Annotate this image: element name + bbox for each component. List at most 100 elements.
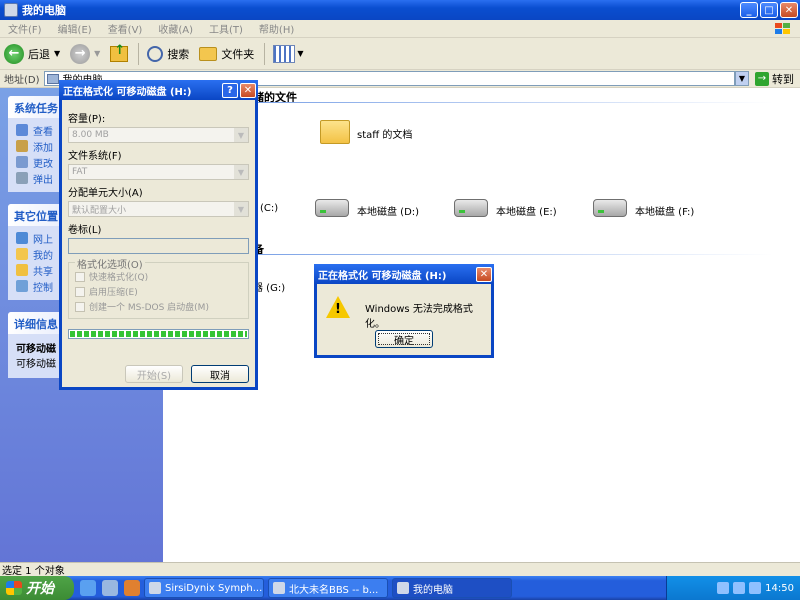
menu-help[interactable]: 帮助(H) [251,21,302,36]
start-button[interactable]: 开始 [0,576,74,600]
close-button[interactable]: ✕ [780,2,798,18]
allocation-select[interactable]: 默认配置大小 ▼ [68,201,249,217]
quick-format-option[interactable]: 快速格式化(Q) [75,269,242,284]
allocation-label: 分配单元大小(A) [68,188,143,199]
folders-button[interactable]: 文件夹 [199,46,254,62]
folder-icon[interactable] [320,120,350,144]
alert-close-button[interactable]: ✕ [476,266,492,282]
search-button[interactable]: 搜索 [147,45,189,62]
format-options-group: 格式化选项(O) 快速格式化(Q) 启用压缩(E) 创建一个 MS-DOS 启动… [68,256,249,319]
computer-icon [46,73,59,84]
tray-icon[interactable] [749,582,762,594]
eject-icon [16,172,28,184]
toolbar: ← 后退 ▼ → ▼ 搜索 文件夹 ▼ [0,38,800,70]
go-arrow-icon: → [755,71,769,86]
filesystem-label: 文件系统(F) [68,151,122,162]
format-dialog-title: 正在格式化 可移动磁盘 (H:) [63,86,192,98]
task-eject-label: 弹出 [33,174,53,186]
progress-fill [70,331,247,337]
ok-button[interactable]: 确定 [375,330,433,348]
media-quicklaunch-icon[interactable] [124,580,140,596]
format-progress-bar [68,329,249,339]
back-dropdown-icon[interactable]: ▼ [54,49,60,58]
capacity-select[interactable]: 8.00 MB ▼ [68,127,249,143]
compression-label: 启用压缩(E) [89,288,138,298]
go-label: 转到 [772,72,794,86]
format-close-button[interactable]: ✕ [240,82,256,98]
hard-drive-icon[interactable] [454,199,488,217]
taskbar-item-my-computer[interactable]: 我的电脑 [392,578,512,598]
search-icon [147,45,164,62]
taskbar-item-label: 北大未名BBS -- b... [289,584,379,596]
group-divider [253,102,773,103]
app-icon [149,582,161,594]
start-button[interactable]: 开始(S) [125,365,183,383]
clock: 14:50 [765,582,794,594]
format-error-dialog: 正在格式化 可移动磁盘 (H:) ✕ ! Windows 无法完成格式化。 确定 [314,264,494,358]
taskbar-item-bbs[interactable]: 北大未名BBS -- b... [268,578,388,598]
format-dialog: 正在格式化 可移动磁盘 (H:) ? ✕ 容量(P): 8.00 MB ▼ 文件系… [59,80,258,390]
drive-f-label[interactable]: 本地磁盘 (F:) [635,203,694,218]
menu-favorites[interactable]: 收藏(A) [150,21,201,36]
alert-titlebar[interactable]: 正在格式化 可移动磁盘 (H:) ✕ [314,264,494,284]
my-documents-icon [16,248,28,260]
chevron-down-icon: ▼ [234,165,248,179]
msdos-startup-option[interactable]: 创建一个 MS-DOS 启动盘(M) [75,299,242,314]
control-panel-icon [16,280,28,292]
views-dropdown-icon: ▼ [297,49,304,58]
compression-option[interactable]: 启用压缩(E) [75,284,242,299]
staff-documents-label[interactable]: staff 的文档 [357,126,412,141]
maximize-button[interactable]: □ [760,2,778,18]
taskbar-item-label: SirsiDynix Symph... [165,582,263,594]
window-titlebar[interactable]: 我的电脑 _ □ ✕ [0,0,800,20]
view-info-icon [16,124,28,136]
menu-edit[interactable]: 编辑(E) [50,21,100,36]
app-icon [397,582,409,594]
forward-dropdown-icon[interactable]: ▼ [94,49,100,58]
format-dialog-titlebar[interactable]: 正在格式化 可移动磁盘 (H:) ? ✕ [59,80,258,100]
msdos-startup-checkbox[interactable] [75,301,85,312]
alert-message: Windows 无法完成格式化。 [365,304,473,330]
forward-arrow-icon: → [70,43,91,64]
back-button[interactable]: ← 后退 ▼ [4,43,60,64]
windows-logo-icon [775,22,790,34]
up-folder-icon[interactable] [110,43,129,62]
filesystem-select[interactable]: FAT ▼ [68,164,249,180]
hard-drive-icon[interactable] [315,199,349,217]
compression-checkbox[interactable] [75,286,85,297]
place-control-label: 控制 [33,282,53,294]
drive-d-label[interactable]: 本地磁盘 (D:) [357,203,419,218]
drive-c-label[interactable]: (C:) [260,203,278,214]
task-add-label: 添加 [33,142,53,154]
task-change-label: 更改 [33,158,53,170]
back-label: 后退 [28,47,50,61]
menu-file[interactable]: 文件(F) [0,21,50,36]
volume-label-input[interactable] [68,238,249,254]
place-network-label: 网上 [33,234,53,246]
allocation-value: 默认配置大小 [72,205,127,216]
drive-e-label[interactable]: 本地磁盘 (E:) [496,203,557,218]
taskbar-item-sirsidynix[interactable]: SirsiDynix Symph... [144,578,264,598]
system-tray: 14:50 [666,576,800,600]
tray-icon[interactable] [717,582,730,594]
change-setting-icon [16,156,28,168]
desktop-quicklaunch-icon[interactable] [102,580,118,596]
hard-drive-icon[interactable] [593,199,627,217]
tray-icon[interactable] [733,582,746,594]
forward-button[interactable]: → ▼ [70,43,100,64]
quick-format-checkbox[interactable] [75,271,85,282]
alert-title: 正在格式化 可移动磁盘 (H:) [318,270,447,282]
minimize-button[interactable]: _ [740,2,758,18]
menu-tools[interactable]: 工具(T) [201,21,251,36]
views-icon [273,44,296,63]
menu-view[interactable]: 查看(V) [100,21,151,36]
views-button[interactable]: ▼ [273,44,304,63]
chevron-down-icon: ▼ [234,128,248,142]
start-label: 开始 [26,581,54,597]
cancel-button[interactable]: 取消 [191,365,249,383]
address-dropdown-icon[interactable]: ▼ [735,71,749,86]
network-icon [16,232,28,244]
go-button[interactable]: → 转到 [749,71,800,87]
help-button[interactable]: ? [222,82,238,98]
ie-quicklaunch-icon[interactable] [80,580,96,596]
